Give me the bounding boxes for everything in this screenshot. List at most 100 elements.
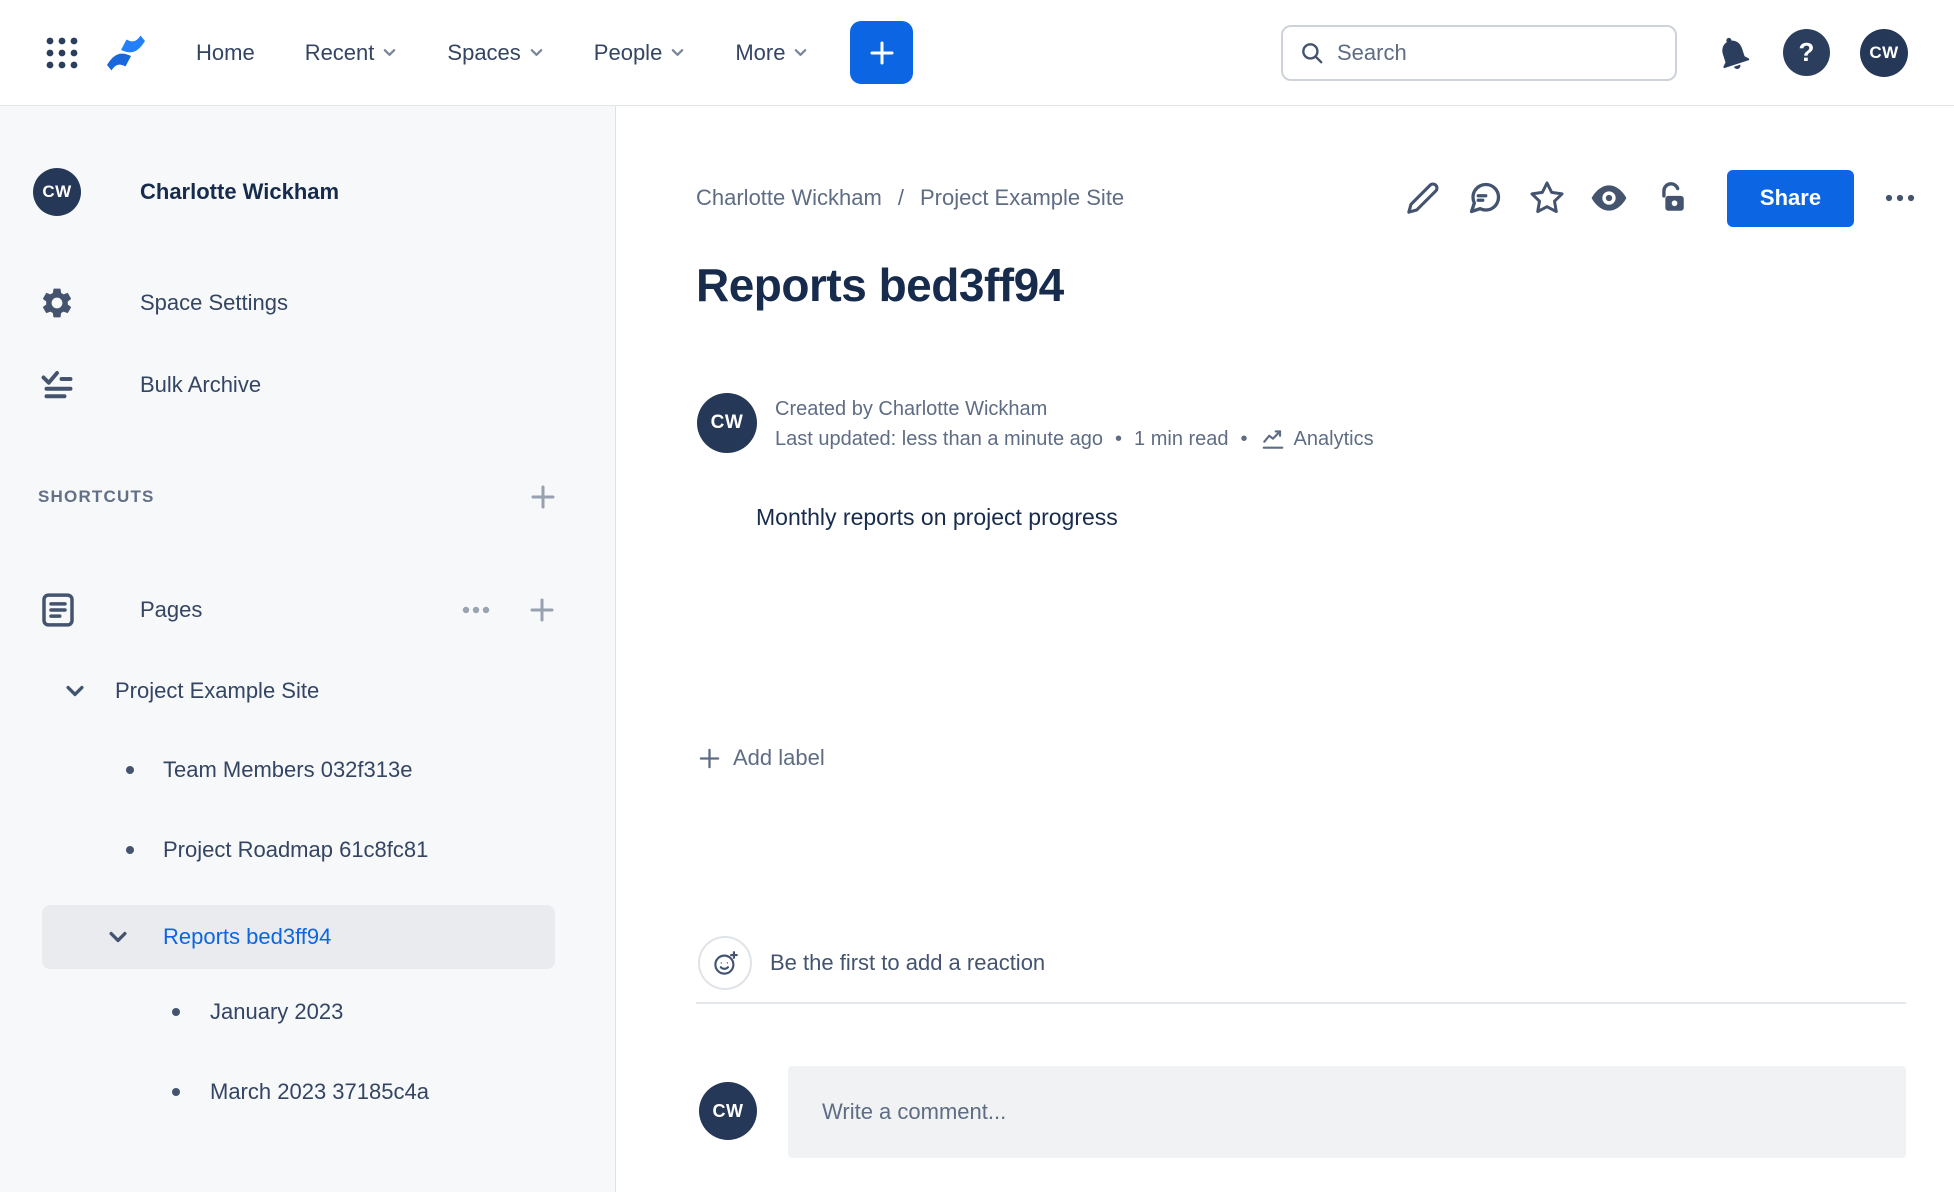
notifications-button[interactable] — [1711, 31, 1755, 75]
analytics-chart-icon — [1262, 430, 1283, 449]
created-by-text: Created by Charlotte Wickham — [775, 398, 1048, 420]
pages-section-header[interactable]: Pages — [0, 586, 615, 634]
reaction-prompt-text: Be the first to add a reaction — [770, 950, 1046, 975]
add-label-button[interactable]: Add label — [698, 740, 825, 776]
space-sidebar: CW Charlotte Wickham Space Settings Bulk… — [0, 106, 616, 1192]
app-switcher-icon[interactable] — [40, 31, 84, 75]
add-label-text: Add label — [733, 745, 825, 770]
tree-item-january-2023[interactable]: January 2023 — [0, 984, 615, 1040]
nav-spaces[interactable]: Spaces — [447, 40, 543, 66]
page-content: Charlotte Wickham / Project Example Site — [616, 106, 1954, 1192]
search-input[interactable] — [1337, 39, 1659, 66]
chevron-down-icon[interactable] — [103, 922, 133, 952]
gear-icon — [37, 283, 77, 323]
comment-input-box[interactable] — [788, 1066, 1906, 1158]
breadcrumb-space[interactable]: Charlotte Wickham — [696, 185, 882, 211]
smiley-plus-icon — [713, 950, 738, 975]
user-avatar[interactable]: CW — [1860, 28, 1908, 77]
nav-people-label: People — [593, 39, 663, 65]
nav-recent-label: Recent — [304, 39, 375, 65]
chevron-down-icon — [384, 49, 396, 56]
byline: CW Created by Charlotte Wickham Last upd… — [697, 393, 1374, 453]
nav-people[interactable]: People — [594, 40, 686, 66]
author-avatar[interactable]: CW — [697, 393, 757, 453]
confluence-logo-icon[interactable] — [102, 31, 150, 75]
ellipsis-icon — [462, 606, 490, 614]
bullet-icon — [172, 1008, 180, 1016]
nav-more[interactable]: More — [735, 40, 808, 66]
pages-heading: Pages — [140, 597, 203, 622]
pages-icon — [35, 587, 81, 633]
breadcrumb-parent-page[interactable]: Project Example Site — [920, 185, 1124, 211]
breadcrumb: Charlotte Wickham / Project Example Site — [696, 185, 1124, 211]
tree-item-project-example-site[interactable]: Project Example Site — [0, 663, 615, 719]
meta-separator: • — [1115, 428, 1123, 450]
favorite-button[interactable] — [1527, 178, 1567, 218]
edit-button[interactable] — [1403, 178, 1443, 218]
space-avatar: CW — [33, 168, 81, 216]
tree-item-team-members[interactable]: Team Members 032f313e — [0, 742, 615, 798]
tree-item-label: Project Example Site — [115, 678, 320, 703]
space-header[interactable]: CW Charlotte Wickham — [0, 168, 615, 216]
shortcuts-heading: SHORTCUTS — [38, 487, 155, 506]
bell-icon — [1722, 37, 1750, 69]
tree-item-label: March 2023 37185c4a — [210, 1079, 429, 1104]
plus-icon — [530, 598, 554, 622]
grid-icon — [46, 37, 78, 68]
comments-button[interactable] — [1465, 178, 1505, 218]
search-icon — [1302, 42, 1323, 63]
analytics-link[interactable]: Analytics — [1260, 425, 1374, 453]
add-shortcut-button[interactable] — [525, 479, 561, 515]
comment-composer: CW — [699, 1066, 1906, 1158]
search-box[interactable] — [1281, 24, 1677, 81]
chevron-down-icon — [530, 49, 543, 56]
bullet-icon — [126, 766, 134, 774]
bulk-archive-icon — [37, 365, 77, 405]
space-avatar-initials: CW — [42, 182, 72, 201]
share-button[interactable]: Share — [1727, 169, 1854, 227]
page-header: Charlotte Wickham / Project Example Site — [696, 169, 1920, 227]
sidebar-item-space-settings[interactable]: Space Settings — [0, 279, 615, 327]
bullet-icon — [172, 1088, 180, 1096]
star-icon — [1530, 181, 1564, 214]
avatar-initials: CW — [1869, 42, 1899, 62]
nav-more-label: More — [735, 39, 786, 65]
page-title: Reports bed3ff94 — [696, 259, 1064, 311]
bullet-icon — [126, 846, 134, 854]
add-reaction-button[interactable] — [698, 936, 752, 990]
confluence-app: Home Recent Spaces People More Search ? … — [0, 0, 1954, 1192]
sidebar-item-label: Space Settings — [140, 290, 288, 315]
tree-item-project-roadmap[interactable]: Project Roadmap 61c8fc81 — [0, 822, 615, 878]
nav-home-label: Home — [196, 39, 255, 65]
chevron-down-icon[interactable] — [60, 676, 90, 706]
restrictions-button[interactable] — [1651, 178, 1691, 218]
chevron-down-icon — [672, 49, 684, 56]
tree-item-reports-selected[interactable]: Reports bed3ff94 — [0, 905, 615, 969]
unlock-icon — [1662, 182, 1684, 211]
last-updated-text[interactable]: Last updated: less than a minute ago — [775, 425, 1103, 453]
comments-divider — [696, 1002, 1906, 1004]
document-body-text: Monthly reports on project progress — [756, 504, 1118, 530]
tree-item-label: Project Roadmap 61c8fc81 — [163, 837, 429, 862]
chevron-down-icon — [795, 49, 807, 56]
plus-icon — [531, 485, 555, 509]
tree-item-label: Reports bed3ff94 — [163, 924, 332, 949]
ellipsis-icon — [1885, 194, 1915, 202]
more-actions-button[interactable] — [1880, 178, 1920, 218]
avatar-initials: CW — [710, 412, 744, 433]
watch-button[interactable] — [1589, 178, 1629, 218]
tree-item-march-2023[interactable]: March 2023 37185c4a — [0, 1064, 615, 1120]
create-button[interactable] — [850, 21, 914, 84]
sidebar-item-bulk-archive[interactable]: Bulk Archive — [0, 361, 615, 409]
tree-item-label: Team Members 032f313e — [163, 757, 413, 782]
analytics-label: Analytics — [1293, 428, 1374, 450]
plus-icon — [870, 41, 894, 64]
nav-recent[interactable]: Recent — [305, 40, 398, 66]
topbar-right-group: ? CW — [1281, 24, 1908, 81]
comment-input[interactable] — [788, 1099, 1906, 1125]
help-button[interactable]: ? — [1783, 29, 1830, 76]
nav-home[interactable]: Home — [196, 40, 255, 66]
pages-more-button[interactable] — [458, 592, 494, 628]
create-page-button[interactable] — [524, 592, 560, 628]
meta-separator: • — [1240, 428, 1248, 450]
